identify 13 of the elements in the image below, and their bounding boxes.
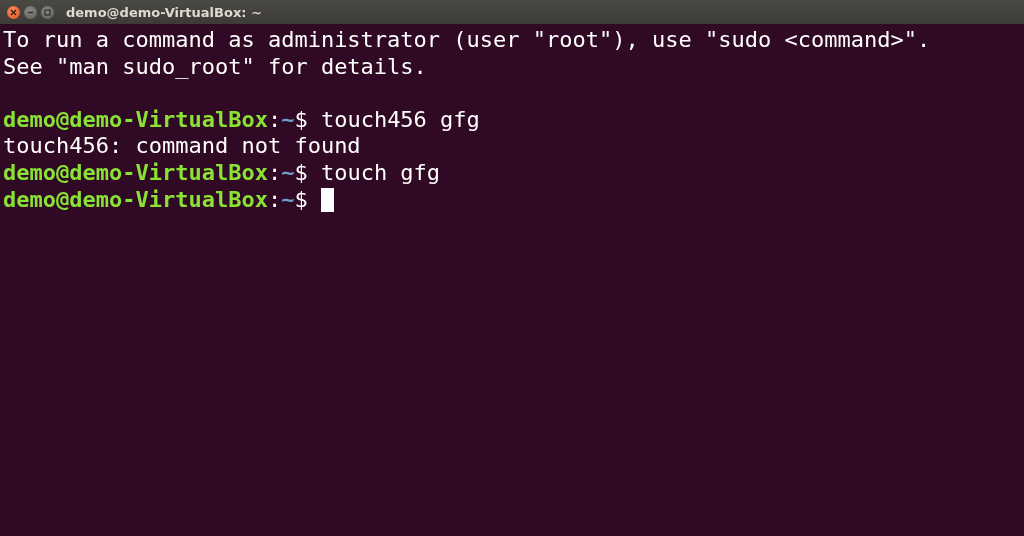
close-button[interactable] (7, 5, 20, 19)
output-text: See "man sudo_root" for details. (3, 53, 427, 81)
command-text: touch gfg (319, 159, 441, 187)
window-title: demo@demo-VirtualBox: ~ (66, 4, 262, 20)
prompt-text: demo@demo-VirtualBox:~$ (3, 159, 308, 187)
prompt-text: demo@demo-VirtualBox:~$ (3, 186, 308, 214)
prompt-text: demo@demo-VirtualBox:~$ (3, 106, 308, 134)
output-text: To run a command as administrator (user "root"), use "sudo <command>". (3, 27, 931, 54)
maximize-button[interactable] (41, 5, 54, 19)
close-icon (10, 8, 17, 16)
output-text: touch456: command not found (3, 133, 361, 160)
command-text: touch456 gfg (319, 106, 480, 134)
minimize-button[interactable] (24, 5, 37, 19)
